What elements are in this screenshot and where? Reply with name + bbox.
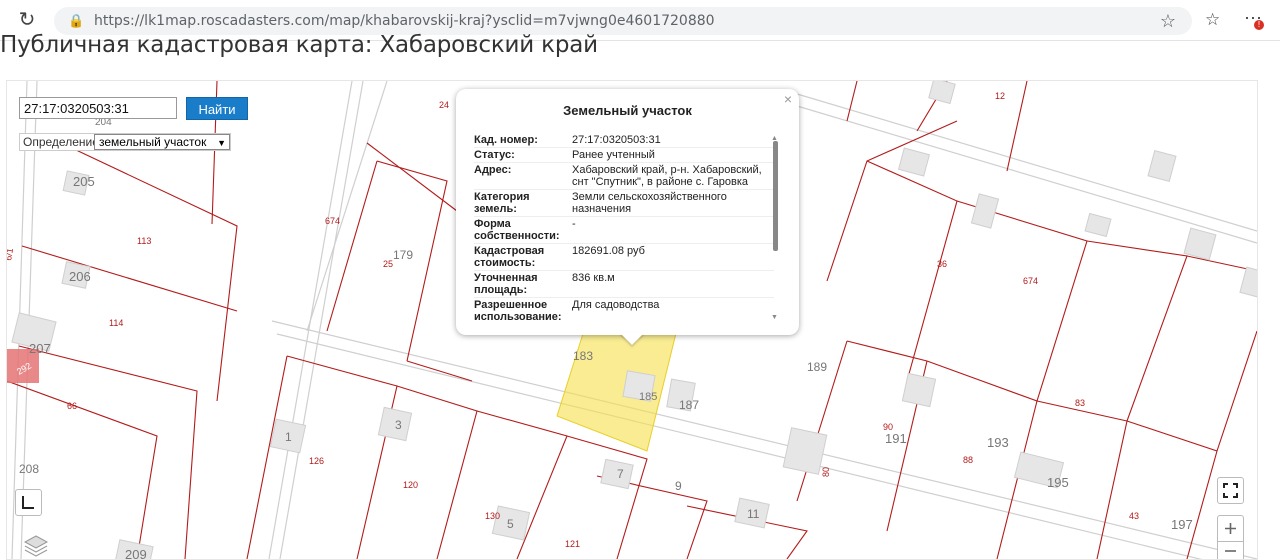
parcel-number-label: 9 xyxy=(675,479,682,493)
fullscreen-button[interactable] xyxy=(1217,477,1244,504)
popup-table: Кад. номер: 27:17:0320503:31 Статус: Ран… xyxy=(474,133,774,323)
parcel-number-label: 197 xyxy=(1171,517,1193,532)
definition-select[interactable]: земельный участок ▼ xyxy=(94,134,230,150)
popup-row: Разрешенное использование: Для садоводст… xyxy=(474,298,774,323)
cadastral-quarter-label: 113 xyxy=(137,236,151,246)
row-label: Форма собственности: xyxy=(474,218,560,242)
row-value: - xyxy=(572,218,576,230)
chevron-down-icon: ▼ xyxy=(217,138,226,148)
cadastral-quarter-label: 24 xyxy=(439,100,449,110)
parcel-number-label: 185 xyxy=(639,391,657,403)
popup-row: Уточненная площадь: 836 кв.м xyxy=(474,271,774,298)
parcel-number-label: 207 xyxy=(29,341,51,356)
popup-row: Форма собственности: - xyxy=(474,217,774,244)
cadastral-quarter-label: 114 xyxy=(109,318,123,328)
cadastral-quarter-label: 674 xyxy=(325,216,340,226)
parcel-number-label: 11 xyxy=(747,507,760,521)
parcel-number-label: 7 xyxy=(617,467,624,481)
parcel-number-label: 187 xyxy=(679,398,699,412)
row-value: Ранее учтенный xyxy=(572,149,655,161)
cadastral-quarter-label: 83 xyxy=(1075,398,1085,408)
definition-row: Определение: земельный участок ▼ xyxy=(19,133,231,151)
cadastral-quarter-label: 6/1 xyxy=(7,247,15,261)
cadastral-quarter-label: 12 xyxy=(995,91,1005,101)
cadastral-quarter-label: 66 xyxy=(67,401,77,411)
row-value: Земли сельскохозяйственного назначения xyxy=(572,191,727,215)
area-tool-icon xyxy=(22,496,34,509)
parcel-number-label: 206 xyxy=(69,269,91,284)
row-label: Кад. номер: xyxy=(474,134,538,146)
row-value: 27:17:0320503:31 xyxy=(572,134,661,146)
fullscreen-icon xyxy=(1223,483,1238,498)
row-label: Разрешенное использование: xyxy=(474,299,562,323)
parcel-info-popup: × Земельный участок Кад. номер: 27:17:03… xyxy=(456,89,799,335)
cadastral-quarter-label: 126 xyxy=(309,456,324,466)
scroll-down-icon[interactable]: ▼ xyxy=(771,314,778,321)
cadastral-quarter-label: 80 xyxy=(821,467,831,477)
row-label: Статус: xyxy=(474,149,515,161)
popup-row: Адрес: Хабаровский край, р-н. Хабаровски… xyxy=(474,163,774,190)
url-text[interactable]: https://lk1map.roscadasters.com/map/khab… xyxy=(94,13,715,29)
parcel-number-label: 205 xyxy=(73,174,95,189)
row-value: 836 кв.м xyxy=(572,272,615,284)
parcel-number-label: 195 xyxy=(1047,475,1069,490)
star-icon[interactable]: ☆ xyxy=(1160,11,1176,32)
zoom-in-button[interactable] xyxy=(1217,515,1244,542)
lock-icon[interactable]: 🔒 xyxy=(68,13,84,29)
parcel-number-label: 1 xyxy=(285,430,292,444)
row-value: 182691.08 руб xyxy=(572,245,645,257)
parcel-number-label: 191 xyxy=(885,431,907,446)
cadastral-quarter-label: 90 xyxy=(883,422,893,432)
cadastral-quarter-label: 36 xyxy=(937,259,947,269)
favorites-icon[interactable]: ☆ xyxy=(1205,10,1220,30)
row-label: Категория земель: xyxy=(474,191,530,215)
parcel-number-label: 183 xyxy=(573,349,593,363)
map-area[interactable]: 204 205 206 207 208 209 179 183 185 187 189 191 193 1… xyxy=(6,80,1258,560)
cadastral-quarter-label: 88 xyxy=(963,455,973,465)
layers-icon[interactable] xyxy=(23,533,49,559)
parcel-number-label: 3 xyxy=(395,418,402,432)
page-title: Публичная кадастровая карта: Хабаровский… xyxy=(0,32,598,58)
popup-row: Кад. номер: 27:17:0320503:31 xyxy=(474,133,774,148)
zoom-out-button[interactable] xyxy=(1217,541,1244,559)
parcel-number-label: 179 xyxy=(393,248,413,262)
parcel-number-label: 193 xyxy=(987,435,1009,450)
cadastral-quarter-label: 121 xyxy=(565,539,580,549)
parcel-number-label: 189 xyxy=(807,360,827,374)
cadastral-number-input[interactable]: 27:17:0320503:31 xyxy=(19,97,177,119)
popup-pointer xyxy=(620,333,644,345)
row-label: Кадастровая стоимость: xyxy=(474,245,545,269)
definition-value: земельный участок xyxy=(99,135,207,149)
find-button[interactable]: Найти xyxy=(186,97,248,120)
row-label: Адрес: xyxy=(474,164,512,176)
popup-row: Кадастровая стоимость: 182691.08 руб xyxy=(474,244,774,271)
cadastral-quarter-label: 43 xyxy=(1129,511,1139,521)
reload-icon[interactable]: ↻ xyxy=(16,9,38,31)
cadastral-quarter-label: 25 xyxy=(383,259,393,269)
parcel-number-label: 208 xyxy=(19,462,39,476)
selected-parcel[interactable] xyxy=(556,320,680,452)
parcel-number-label: 5 xyxy=(507,517,514,531)
row-label: Уточненная площадь: xyxy=(474,272,538,296)
popup-row: Категория земель: Земли сельскохозяйстве… xyxy=(474,190,774,217)
row-value: Для садоводства xyxy=(572,299,660,311)
menu-badge: ! xyxy=(1254,20,1264,30)
cadastral-quarter-label: 130 xyxy=(485,511,500,521)
parcel-number-label: 209 xyxy=(125,547,147,559)
popup-row: Статус: Ранее учтенный xyxy=(474,148,774,163)
cadastral-quarter-label: 120 xyxy=(403,480,418,490)
definition-label: Определение: xyxy=(23,135,103,149)
address-bar[interactable]: 🔒 https://lk1map.roscadasters.com/map/kh… xyxy=(54,7,1192,35)
popup-scrollbar[interactable] xyxy=(773,141,778,251)
minus-icon xyxy=(1225,550,1236,552)
popup-title: Земельный участок xyxy=(563,103,692,118)
cadastral-quarter-label: 674 xyxy=(1023,276,1038,286)
plus-icon xyxy=(1225,523,1236,534)
map-tool-button[interactable] xyxy=(15,489,42,516)
row-value: Хабаровский край, р-н. Хабаровский, снт … xyxy=(572,164,762,188)
